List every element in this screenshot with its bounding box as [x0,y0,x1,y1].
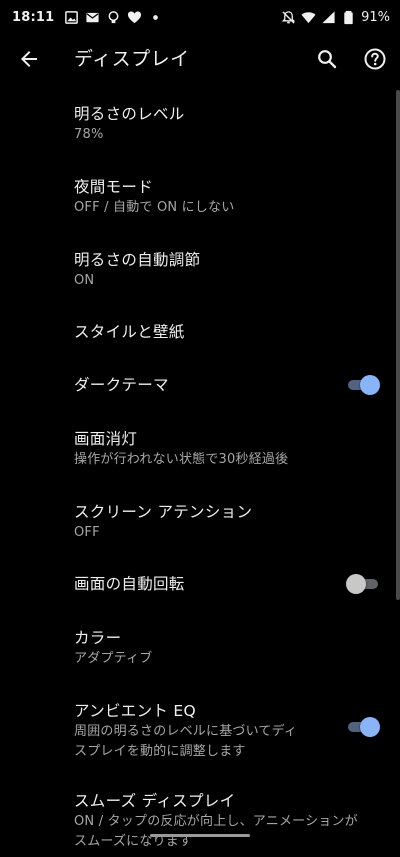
ambient-eq-toggle[interactable] [346,716,380,738]
setting-summary: アダプティブ [74,651,153,666]
mail-icon [85,10,100,25]
setting-adaptive-brightness[interactable]: 明るさの自動調節 ON [0,232,400,305]
setting-screen-attention[interactable]: スクリーン アテンション OFF [0,484,400,557]
setting-style-wallpaper[interactable]: スタイルと壁紙 [0,305,400,358]
bulb-icon [106,10,121,25]
setting-summary: OFF / 自動で ON にしない [74,200,235,215]
app-bar: ディスプレイ [0,34,400,86]
setting-summary-line: ON / タップの反応が向上し、アニメーションが [74,814,358,829]
setting-title: スムーズ ディスプレイ [74,792,236,810]
clock: 18:11 [12,9,55,25]
toggle-thumb [360,717,380,737]
setting-title: ダークテーマ [74,376,169,394]
toggle-thumb [346,574,366,594]
status-bar-right: 91% [281,10,390,25]
scrollbar[interactable] [396,90,400,600]
setting-title: 夜間モード [74,178,154,196]
setting-summary: OFF [74,525,100,540]
settings-list: 明るさのレベル 78% 夜間モード OFF / 自動で ON にしない 明るさの… [0,86,400,857]
help-icon [364,48,386,70]
setting-auto-rotate[interactable]: 画面の自動回転 [0,557,400,610]
setting-title: スクリーン アテンション [74,503,253,521]
setting-title: 明るさの自動調節 [74,251,201,269]
setting-summary: 78% [74,127,104,142]
setting-dark-theme[interactable]: ダークテーマ [0,358,400,411]
search-button[interactable] [314,46,340,72]
battery-icon [341,10,356,25]
setting-summary-line: 周囲の明るさのレベルに基づいてディ [74,724,298,739]
arrow-back-icon [21,51,37,67]
setting-title: スタイルと壁紙 [74,323,185,341]
setting-colors[interactable]: カラー アダプティブ [0,610,400,683]
heart-icon [127,10,142,25]
signal-icon [321,10,336,25]
setting-title: 明るさのレベル [74,105,185,123]
setting-ambient-eq[interactable]: アンビエント EQ 周囲の明るさのレベルに基づいてディ スプレイを動的に調整しま… [0,683,400,777]
setting-night-mode[interactable]: 夜間モード OFF / 自動で ON にしない [0,159,400,232]
back-button[interactable] [16,46,42,72]
setting-title: カラー [74,629,122,647]
gesture-handle[interactable] [150,834,250,837]
setting-summary: ON [74,273,95,288]
setting-title: アンビエント EQ [74,702,197,720]
dark-theme-toggle[interactable] [346,374,380,396]
setting-brightness-level[interactable]: 明るさのレベル 78% [0,86,400,159]
notifications-off-icon [281,10,296,25]
setting-title: 画面消灯 [74,430,138,448]
help-button[interactable] [362,46,388,72]
auto-rotate-toggle[interactable] [346,573,380,595]
dot-icon [148,10,163,25]
setting-smooth-display[interactable]: スムーズ ディスプレイ ON / タップの反応が向上し、アニメーションが スムー… [0,777,400,857]
setting-title: 画面の自動回転 [74,575,185,593]
setting-screen-timeout[interactable]: 画面消灯 操作が行われない状態で30秒経過後 [0,411,400,484]
status-bar-left: 18:11 [12,10,163,25]
status-bar: 18:11 91% [0,0,400,34]
wifi-icon [301,10,316,25]
image-icon [64,10,79,25]
toggle-thumb [360,375,380,395]
setting-summary: 操作が行われない状態で30秒経過後 [74,452,289,467]
search-icon [318,50,337,69]
page-title: ディスプレイ [74,48,190,70]
battery-percent: 91% [361,9,390,25]
setting-summary-line: スプレイを動的に調整します [74,744,246,759]
